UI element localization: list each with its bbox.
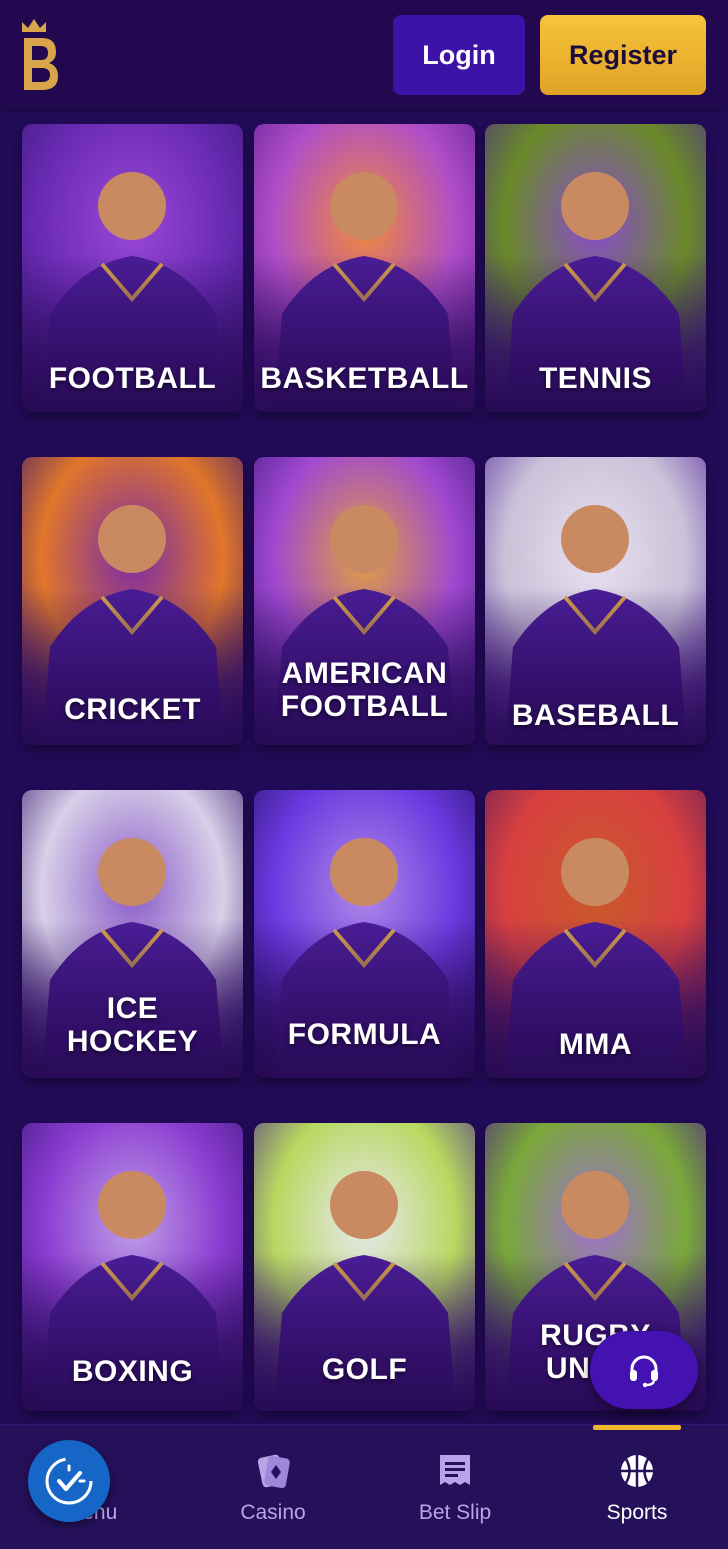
support-button[interactable] (590, 1331, 698, 1409)
accessibility-check-icon (45, 1457, 93, 1505)
card-gradient-overlay (254, 919, 475, 1078)
sport-card-4[interactable]: CRICKET (22, 457, 243, 745)
login-button[interactable]: Login (393, 15, 525, 95)
sport-card-7[interactable]: ICE HOCKEY (22, 790, 243, 1078)
sport-card-label: FOOTBALL (48, 362, 217, 395)
sport-card-label: AMERICAN FOOTBALL (280, 657, 449, 723)
register-button[interactable]: Register (540, 15, 706, 95)
sport-card-label: BASKETBALL (260, 362, 469, 395)
sport-card-1[interactable]: FOOTBALL (22, 124, 243, 412)
brand-logo[interactable] (18, 16, 60, 94)
sport-card-9[interactable]: MMA (485, 790, 706, 1078)
top-header: Login Register (0, 0, 728, 108)
nav-bet-slip-label: Bet Slip (418, 1501, 492, 1524)
sports-ball-icon (617, 1451, 657, 1491)
nav-casino-label: Casino (240, 1501, 306, 1524)
sport-card-label: TENNIS (538, 362, 652, 395)
sports-grid: FOOTBALL BASKETBALL TENNIS CRICKET AMERICAN … (0, 108, 728, 1424)
headset-icon (630, 1355, 658, 1388)
sport-card-label: ICE HOCKEY (66, 992, 199, 1058)
sport-card-label: BOXING (71, 1355, 194, 1388)
sport-card-10[interactable]: BOXING (22, 1123, 243, 1411)
card-gradient-overlay (254, 1252, 475, 1411)
sport-card-11[interactable]: GOLF (254, 1123, 475, 1411)
bet-slip-icon (435, 1451, 475, 1491)
casino-cards-icon (253, 1451, 293, 1491)
nav-sports[interactable]: Sports (546, 1425, 728, 1549)
sport-card-label: BASEBALL (511, 699, 680, 732)
sport-card-label: MMA (558, 1028, 633, 1061)
sport-card-2[interactable]: BASKETBALL (254, 124, 475, 412)
sport-card-label: CRICKET (64, 693, 201, 726)
accessibility-widget-button[interactable] (28, 1440, 110, 1522)
sport-card-5[interactable]: AMERICAN FOOTBALL (254, 457, 475, 745)
sport-card-label: GOLF (321, 1353, 408, 1386)
sport-card-6[interactable]: BASEBALL (485, 457, 706, 745)
sport-card-3[interactable]: TENNIS (485, 124, 706, 412)
sport-card-8[interactable]: FORMULA (254, 790, 475, 1078)
nav-bet-slip[interactable]: Bet Slip (364, 1425, 546, 1549)
sport-card-label: FORMULA (287, 1018, 442, 1051)
nav-sports-label: Sports (606, 1501, 668, 1524)
nav-casino[interactable]: Casino (182, 1425, 364, 1549)
